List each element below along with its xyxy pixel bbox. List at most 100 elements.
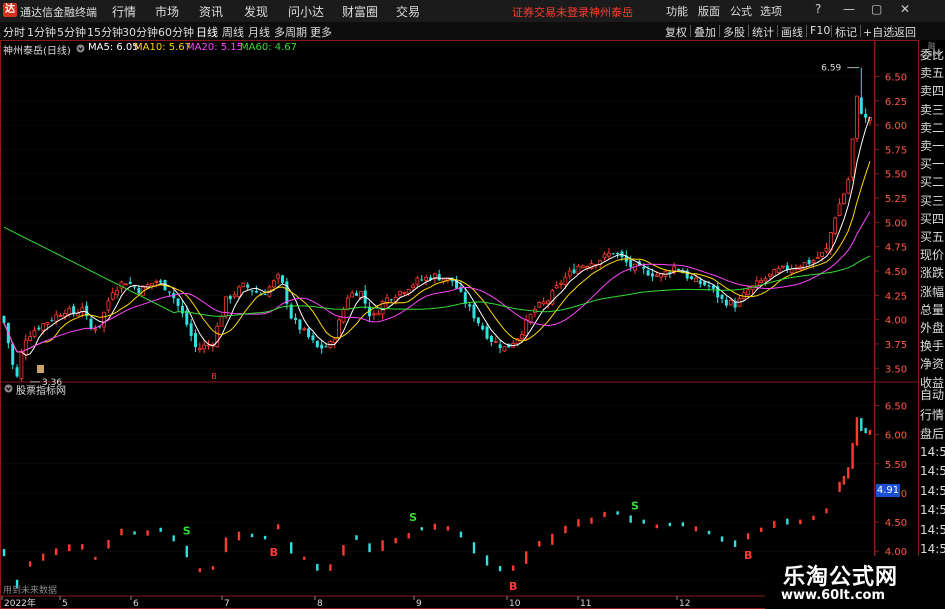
price-tick-label: 4.00 xyxy=(885,316,907,327)
indicator-bar xyxy=(668,522,672,527)
candle-body xyxy=(202,344,207,350)
candle-body xyxy=(298,319,302,330)
indicator-bar xyxy=(303,556,306,560)
btn-tongji[interactable]: 统计 xyxy=(752,24,774,40)
menu-zixun[interactable]: 资讯 xyxy=(199,3,223,20)
candle-body xyxy=(481,325,485,330)
candle-body xyxy=(567,270,572,277)
menu-gongneng[interactable]: 功能 xyxy=(666,3,688,19)
candle-body xyxy=(824,247,829,252)
close-icon[interactable]: ✕ xyxy=(900,2,910,16)
period-monthly[interactable]: 月线 xyxy=(248,24,270,40)
btn-zixuan[interactable]: +自选 xyxy=(863,24,894,40)
candle-body xyxy=(772,269,777,277)
indicator-bar xyxy=(237,531,241,541)
period-multi[interactable]: 多周期 xyxy=(274,24,307,40)
trade-login-warning[interactable]: 证券交易未登录 xyxy=(512,4,589,20)
maximize-icon[interactable]: ▢ xyxy=(871,2,882,16)
indicator-bar xyxy=(159,527,162,532)
watermark-title: 乐淘公式网 xyxy=(783,565,899,590)
indicator-menu-icon[interactable] xyxy=(4,384,13,393)
panel-item: 委比 xyxy=(920,48,945,62)
indicator-bar xyxy=(329,564,332,571)
period-5min[interactable]: 5分钟 xyxy=(57,24,86,40)
candle-body xyxy=(841,193,846,205)
btn-f10[interactable]: F10 xyxy=(810,24,830,37)
price-tick-label: 5.75 xyxy=(885,145,907,156)
indicator-bar xyxy=(590,517,593,524)
period-weekly[interactable]: 周线 xyxy=(222,24,244,40)
candle-body xyxy=(646,270,650,276)
menu-caifuquan[interactable]: 财富圈 xyxy=(342,3,378,20)
candle-body xyxy=(376,312,381,316)
candle-body xyxy=(703,281,707,286)
candle-body xyxy=(580,265,585,269)
menu-hangqing[interactable]: 行情 xyxy=(112,3,136,20)
panel-item: 自动 xyxy=(920,388,945,402)
candle-body xyxy=(289,304,293,319)
indicator-bar xyxy=(864,427,867,434)
period-more[interactable]: 更多 xyxy=(310,24,332,40)
candle-body xyxy=(690,276,694,280)
annotations-layer: 6.593.36 xyxy=(30,64,860,388)
btn-fanhui[interactable]: 返回 xyxy=(894,24,916,40)
menu-xuanxiang[interactable]: 选项 xyxy=(760,3,782,19)
btn-biaoji[interactable]: 标记 xyxy=(835,24,857,40)
candle-body xyxy=(32,330,37,337)
candle-body xyxy=(606,252,611,257)
indicator-tick-label: 6.50 xyxy=(885,401,907,412)
indicator-bar xyxy=(94,556,97,560)
indicator-bar xyxy=(603,511,606,518)
btn-diejia[interactable]: 叠加 xyxy=(694,24,716,40)
help-icon[interactable]: ? xyxy=(815,2,821,16)
menu-shichang[interactable]: 市场 xyxy=(155,3,179,20)
indicator-bar xyxy=(498,566,502,572)
toolbar-divider xyxy=(719,25,720,37)
indicator-title: 股票指标网 xyxy=(16,386,66,397)
menu-gongshi[interactable]: 公式 xyxy=(730,3,752,19)
period-60min[interactable]: 60分钟 xyxy=(158,24,194,40)
period-30min[interactable]: 30分钟 xyxy=(122,24,158,40)
time-tick-label: 9 xyxy=(416,599,422,609)
menu-jiaoyi[interactable]: 交易 xyxy=(396,3,420,20)
candle-body xyxy=(420,279,424,281)
indicator-tick-label: 6.00 xyxy=(885,431,907,442)
candle-body xyxy=(698,280,702,284)
btn-fuquan[interactable]: 复权 xyxy=(665,24,687,40)
indicator-bar xyxy=(276,524,280,530)
menu-wenxiaoda[interactable]: 问小达 xyxy=(288,3,324,20)
indicator-bar xyxy=(825,508,828,514)
toolbar-divider xyxy=(831,25,832,37)
period-daily[interactable]: 日线 xyxy=(196,24,218,40)
quote-side-panel: 融 800 委比 卖五 卖四 卖三 卖二 卖一 买一 买二 买三 买四 买五 现价 涨跌 涨幅 总量 外盘 换手… xyxy=(918,40,945,609)
indicator-bar xyxy=(681,522,685,527)
buy-signal: B xyxy=(744,549,752,562)
indicator-bar xyxy=(433,523,437,530)
candle-body xyxy=(498,344,502,349)
indicator-bar xyxy=(120,528,123,536)
toolbar-divider xyxy=(690,25,691,37)
candle-body xyxy=(746,289,751,296)
btn-duogu[interactable]: 多股 xyxy=(723,24,745,40)
period-fenshi[interactable]: 分时 xyxy=(3,24,25,40)
indicator-bar xyxy=(133,531,136,535)
btn-huaxian[interactable]: 画线 xyxy=(781,24,803,40)
period-15min[interactable]: 15分钟 xyxy=(87,24,123,40)
menu-faxian[interactable]: 发现 xyxy=(244,3,268,20)
future-data-note: 用到未来数据 xyxy=(3,586,58,596)
indicator-bar xyxy=(420,527,423,531)
kline-chart[interactable]: 6.50 6.25 6.00 5.75 5.50 5.25 5.00 4.75 4.50 4.25… xyxy=(0,40,918,609)
candle-body xyxy=(519,334,524,339)
period-1min[interactable]: 1分钟 xyxy=(27,24,56,40)
candle-body xyxy=(159,280,163,283)
indicator-bar xyxy=(394,537,397,544)
candle-body xyxy=(315,340,319,348)
indicator-bar xyxy=(746,533,750,540)
candle-body xyxy=(41,323,46,331)
sell-signal: S xyxy=(183,525,191,538)
menu-banmian[interactable]: 版面 xyxy=(698,3,720,19)
candle-body xyxy=(58,315,63,318)
candle-body xyxy=(106,300,111,311)
minimize-icon[interactable]: — xyxy=(843,2,855,16)
candle-body xyxy=(371,313,376,316)
